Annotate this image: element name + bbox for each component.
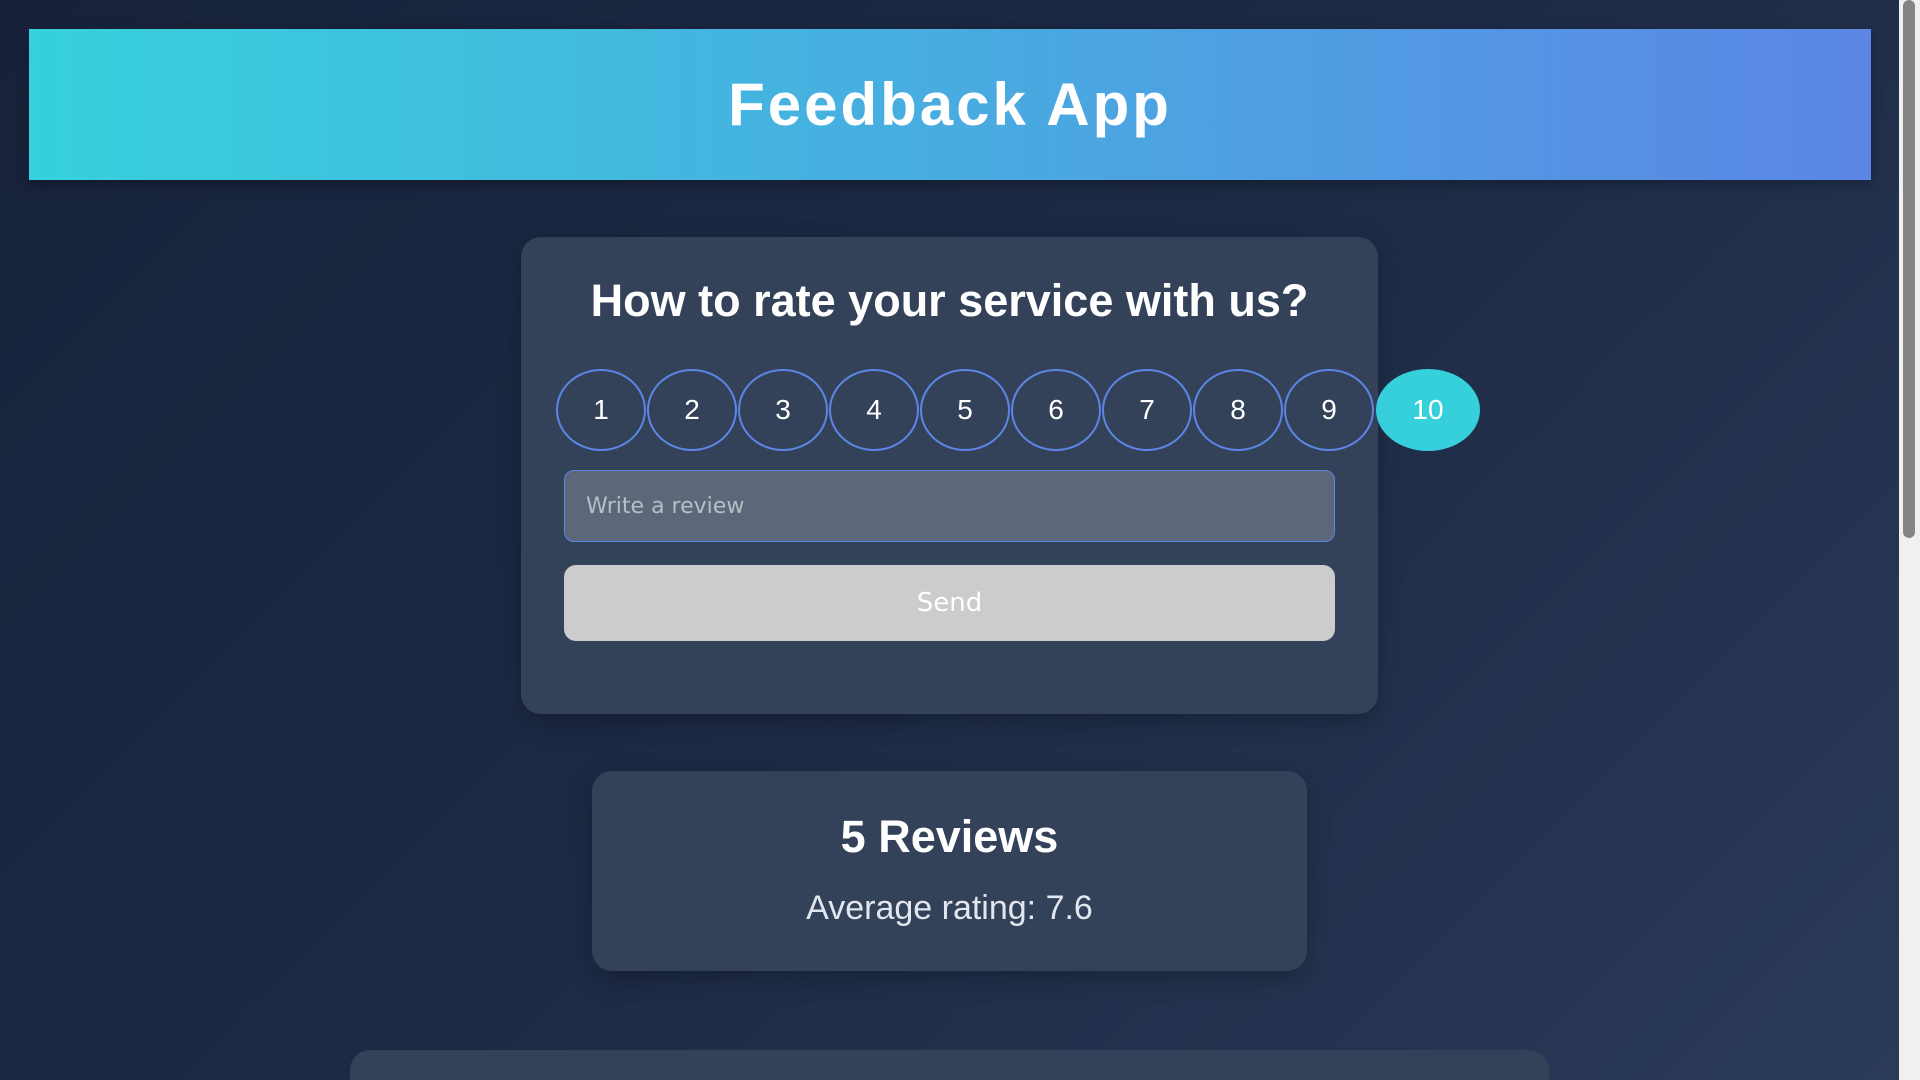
vertical-scrollbar[interactable] bbox=[1899, 0, 1920, 1080]
rating-question: How to rate your service with us? bbox=[590, 275, 1309, 326]
scrollbar-thumb[interactable] bbox=[1903, 0, 1915, 538]
send-button[interactable]: Send bbox=[564, 565, 1335, 641]
reviews-count: 5 Reviews bbox=[840, 811, 1059, 862]
average-rating-label: Average rating: bbox=[806, 889, 1046, 927]
rating-option-9[interactable]: 9 bbox=[1284, 369, 1374, 451]
rating-option-3[interactable]: 3 bbox=[738, 369, 828, 451]
rating-option-1[interactable]: 1 bbox=[556, 369, 646, 451]
rating-option-5[interactable]: 5 bbox=[920, 369, 1010, 451]
rating-option-8[interactable]: 8 bbox=[1193, 369, 1283, 451]
rating-selector: 1 2 3 4 5 6 7 8 9 10 bbox=[556, 369, 1481, 451]
review-item-card bbox=[350, 1050, 1549, 1080]
rating-option-4[interactable]: 4 bbox=[829, 369, 919, 451]
feedback-card: How to rate your service with us? 1 2 3 … bbox=[521, 237, 1480, 714]
average-rating-value: 7.6 bbox=[1045, 889, 1093, 927]
app-title: Feedback App bbox=[728, 71, 1172, 138]
rating-option-7[interactable]: 7 bbox=[1102, 369, 1192, 451]
average-rating: Average rating: 7.6 bbox=[592, 889, 1307, 928]
app-header: Feedback App bbox=[29, 29, 1871, 180]
review-input[interactable] bbox=[564, 470, 1335, 542]
rating-option-6[interactable]: 6 bbox=[1011, 369, 1101, 451]
review-stats-card: 5 Reviews Average rating: 7.6 bbox=[592, 771, 1307, 971]
rating-option-10[interactable]: 10 bbox=[1376, 369, 1480, 451]
rating-option-2[interactable]: 2 bbox=[647, 369, 737, 451]
page: Feedback App How to rate your service wi… bbox=[0, 0, 1899, 1080]
